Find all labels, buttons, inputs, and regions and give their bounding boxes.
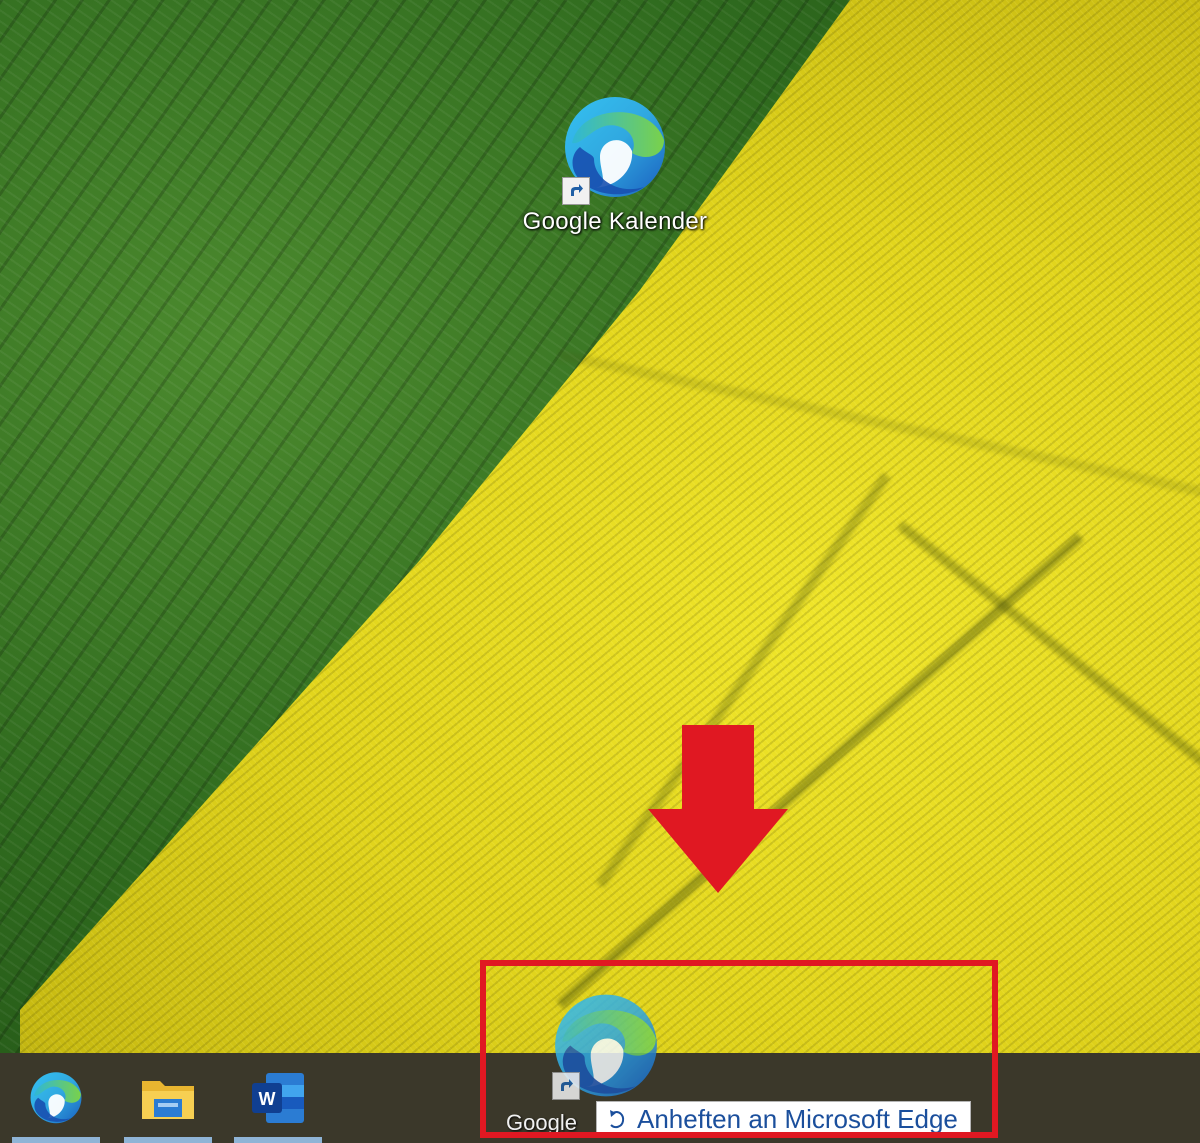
annotation-highlight-box [480, 960, 998, 1138]
desktop-icon-google-kalender[interactable]: Google Kalender [505, 95, 725, 236]
taskbar-button-file-explorer[interactable] [118, 1053, 218, 1143]
running-indicator [234, 1137, 322, 1143]
edge-icon [30, 1072, 82, 1124]
taskbar-button-edge[interactable] [6, 1053, 106, 1143]
annotation-arrow-icon [648, 725, 788, 893]
svg-text:W: W [259, 1089, 276, 1109]
shortcut-arrow-icon [562, 177, 590, 205]
running-indicator [12, 1137, 100, 1143]
folder-icon [142, 1081, 194, 1119]
taskbar-button-word[interactable]: W [228, 1053, 328, 1143]
word-icon: W [252, 1073, 304, 1123]
desktop-icon-label: Google Kalender [522, 208, 708, 235]
running-indicator [124, 1137, 212, 1143]
